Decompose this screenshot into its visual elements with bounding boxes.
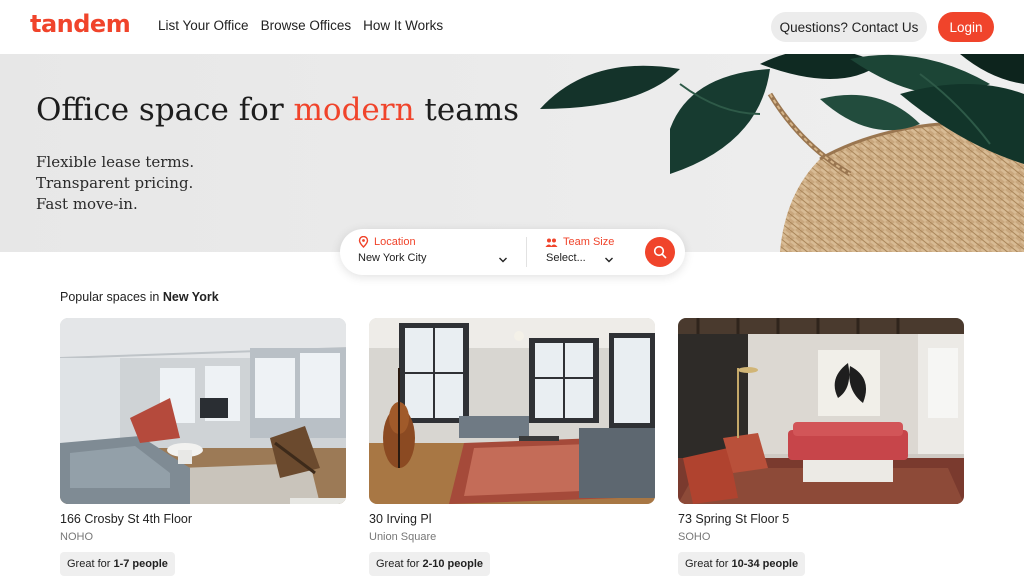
top-header: tandem List Your Office Browse Offices H… xyxy=(0,0,1024,54)
location-label-group: Location xyxy=(358,236,416,248)
hero-title-pre: Office space for xyxy=(36,92,294,128)
team-size-chevron-down-icon[interactable] xyxy=(604,255,614,265)
listing-photo[interactable] xyxy=(678,318,964,504)
search-bar: Location New York City Team Size Select.… xyxy=(340,229,685,275)
capacity-value: 1-7 people xyxy=(113,558,168,570)
search-divider xyxy=(526,237,527,267)
team-size-label-group: Team Size xyxy=(545,236,614,248)
capacity-prefix: Great for xyxy=(685,558,732,570)
listing-card[interactable]: 166 Crosby St 4th Floor NOHO Great for 1… xyxy=(60,318,346,576)
hero-title-post: teams xyxy=(414,92,520,128)
location-select[interactable]: New York City xyxy=(358,252,426,264)
popular-prefix: Popular spaces in xyxy=(60,290,163,304)
hero-title-accent: modern xyxy=(293,92,415,128)
search-button[interactable] xyxy=(645,237,675,267)
capacity-badge: Great for 10-34 people xyxy=(678,552,806,576)
capacity-value: 2-10 people xyxy=(422,558,483,570)
listing-title[interactable]: 30 Irving Pl xyxy=(369,512,432,526)
popular-city: New York xyxy=(162,290,219,304)
listing-card[interactable]: 73 Spring St Floor 5 SOHO Great for 10-3… xyxy=(678,318,964,576)
listing-neighborhood: Union Square xyxy=(369,531,437,543)
listing-neighborhood: NOHO xyxy=(60,531,93,543)
listing-photo[interactable] xyxy=(369,318,655,504)
main-nav: List Your Office Browse Offices How It W… xyxy=(158,18,443,33)
listing-title[interactable]: 166 Crosby St 4th Floor xyxy=(60,512,192,526)
hero-title: Office space for modern teams xyxy=(36,92,519,128)
login-button[interactable]: Login xyxy=(938,12,994,42)
search-icon xyxy=(653,245,667,259)
hero-banner: Office space for modern teams Flexible l… xyxy=(0,54,1024,252)
listing-card[interactable]: 30 Irving Pl Union Square Great for 2-10… xyxy=(369,318,655,576)
tandem-logo[interactable]: tandem xyxy=(30,10,131,38)
contact-us-button[interactable]: Questions? Contact Us xyxy=(771,12,927,42)
capacity-badge: Great for 1-7 people xyxy=(60,552,175,576)
listing-title[interactable]: 73 Spring St Floor 5 xyxy=(678,512,789,526)
team-size-select[interactable]: Select... xyxy=(546,252,586,264)
tagline-pricing: Transparent pricing. xyxy=(36,174,194,192)
tagline-lease: Flexible lease terms. xyxy=(36,153,195,171)
capacity-prefix: Great for xyxy=(376,558,423,570)
nav-how-it-works[interactable]: How It Works xyxy=(363,18,443,33)
capacity-value: 10-34 people xyxy=(731,558,799,570)
capacity-badge: Great for 2-10 people xyxy=(369,552,490,576)
hero-taglines: Flexible lease terms. Transparent pricin… xyxy=(36,152,194,215)
location-label: Location xyxy=(374,236,416,248)
team-size-label: Team Size xyxy=(563,236,615,248)
location-pin-icon xyxy=(358,236,369,248)
location-chevron-down-icon[interactable] xyxy=(498,255,508,265)
listing-neighborhood: SOHO xyxy=(678,531,711,543)
people-icon xyxy=(545,238,558,247)
nav-list-your-office[interactable]: List Your Office xyxy=(158,18,249,33)
listing-photo[interactable] xyxy=(60,318,346,504)
capacity-prefix: Great for xyxy=(67,558,114,570)
plant-basket-image xyxy=(540,54,1024,252)
nav-browse-offices[interactable]: Browse Offices xyxy=(261,18,352,33)
popular-heading: Popular spaces in New York xyxy=(60,290,219,304)
tagline-move-in: Fast move-in. xyxy=(36,195,138,213)
